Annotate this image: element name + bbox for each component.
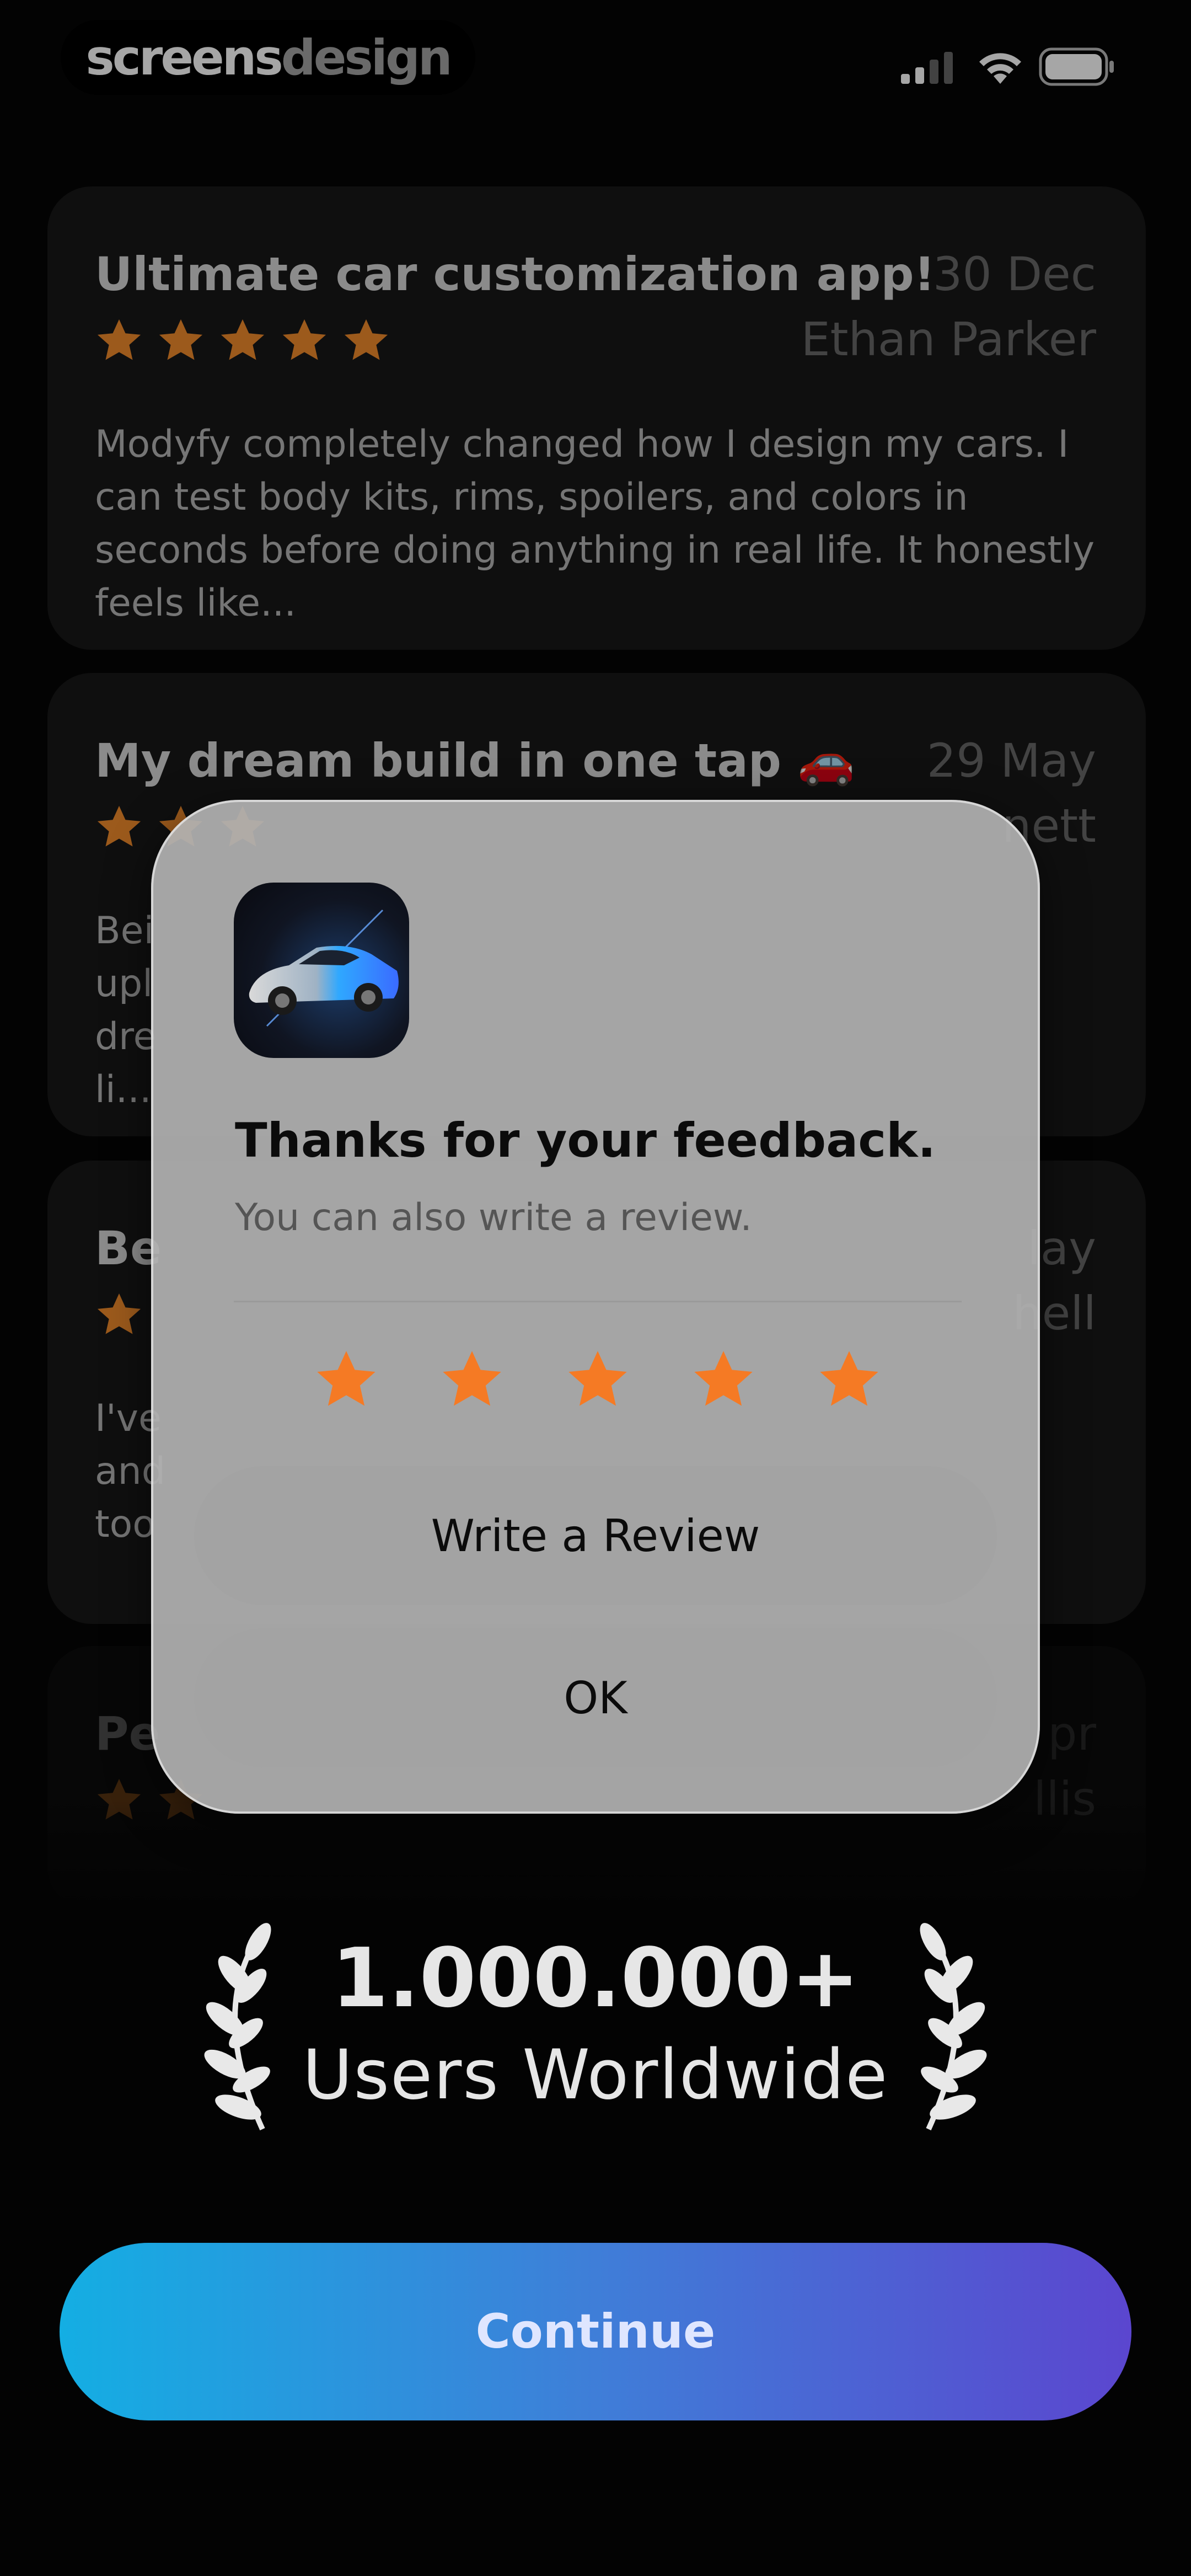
star-3-icon[interactable] bbox=[564, 1346, 632, 1414]
car-icon bbox=[249, 909, 399, 1027]
feedback-dialog: Thanks for your feedback. You can also w… bbox=[151, 800, 1040, 1814]
dialog-subtitle: You can also write a review. bbox=[235, 1196, 752, 1239]
rating-stars bbox=[312, 1346, 883, 1414]
divider bbox=[234, 1301, 962, 1302]
users-label: Users Worldwide bbox=[302, 2035, 889, 2115]
ok-button[interactable]: OK bbox=[194, 1628, 997, 1767]
star-4-icon[interactable] bbox=[689, 1346, 758, 1414]
continue-button[interactable]: Continue bbox=[60, 2243, 1131, 2420]
star-5-icon[interactable] bbox=[815, 1346, 883, 1414]
star-1-icon[interactable] bbox=[312, 1346, 380, 1414]
users-count: 1.000.000+ bbox=[331, 1931, 860, 2025]
app-icon bbox=[234, 883, 409, 1058]
star-2-icon[interactable] bbox=[438, 1346, 506, 1414]
write-review-button[interactable]: Write a Review bbox=[194, 1466, 997, 1605]
dialog-title: Thanks for your feedback. bbox=[235, 1113, 936, 1168]
